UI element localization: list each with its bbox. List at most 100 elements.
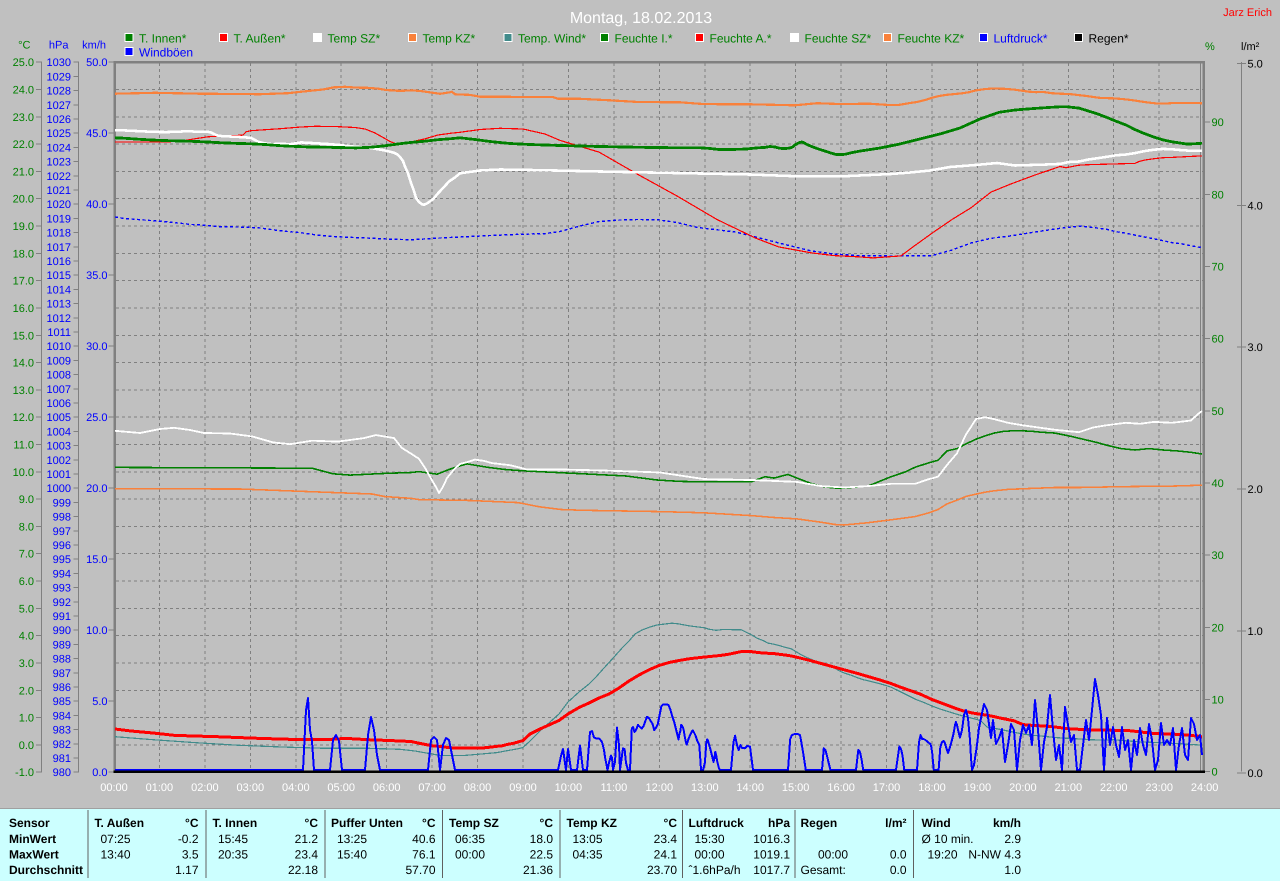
svg-text:l/m²: l/m² — [1241, 41, 1260, 53]
svg-text:02:00: 02:00 — [191, 782, 219, 794]
svg-text:1.0: 1.0 — [1004, 863, 1021, 877]
svg-text:00:00: 00:00 — [455, 848, 485, 862]
svg-text:994: 994 — [53, 568, 71, 580]
svg-text:22:00: 22:00 — [1100, 782, 1128, 794]
svg-text:11.0: 11.0 — [13, 440, 34, 452]
svg-text:Feuchte A.*: Feuchte A.* — [710, 32, 772, 46]
svg-text:-0.2: -0.2 — [178, 832, 199, 846]
svg-text:T. Außen*: T. Außen* — [234, 32, 286, 46]
svg-text:22.0: 22.0 — [13, 139, 34, 151]
svg-text:1001: 1001 — [47, 469, 71, 481]
svg-text:1004: 1004 — [47, 426, 71, 438]
svg-text:%: % — [1205, 41, 1215, 53]
svg-text:23.4: 23.4 — [654, 832, 678, 846]
svg-text:23.4: 23.4 — [295, 848, 319, 862]
svg-text:MinWert: MinWert — [9, 832, 56, 846]
svg-text:0.0: 0.0 — [92, 767, 107, 779]
svg-text:N-NW 4.3: N-NW 4.3 — [968, 848, 1021, 862]
svg-text:Temp SZ: Temp SZ — [449, 816, 499, 830]
svg-text:Wind: Wind — [922, 816, 951, 830]
svg-text:12.0: 12.0 — [13, 412, 34, 424]
svg-text:Windböen: Windböen — [139, 46, 193, 60]
svg-text:Gesamt:: Gesamt: — [801, 863, 846, 877]
svg-text:90: 90 — [1212, 117, 1224, 129]
svg-text:8.0: 8.0 — [19, 521, 34, 533]
svg-text:1006: 1006 — [47, 398, 71, 410]
svg-text:1007: 1007 — [47, 384, 71, 396]
svg-text:4.0: 4.0 — [1248, 200, 1263, 212]
svg-text:00:00: 00:00 — [100, 782, 128, 794]
svg-text:Regen: Regen — [801, 816, 838, 830]
svg-text:50: 50 — [1212, 406, 1224, 418]
svg-text:1014: 1014 — [47, 284, 71, 296]
svg-text:km/h: km/h — [993, 816, 1021, 830]
svg-text:°C: °C — [664, 816, 678, 830]
svg-text:04:00: 04:00 — [282, 782, 310, 794]
svg-text:°C: °C — [305, 816, 319, 830]
svg-text:1.0: 1.0 — [19, 713, 34, 725]
svg-text:Durchschnitt: Durchschnitt — [9, 863, 83, 877]
svg-text:14.0: 14.0 — [13, 358, 34, 370]
svg-text:11:00: 11:00 — [601, 782, 628, 794]
svg-text:18.0: 18.0 — [13, 248, 34, 260]
svg-text:25.0: 25.0 — [13, 57, 34, 69]
svg-text:1025: 1025 — [47, 128, 71, 140]
svg-text:13:25: 13:25 — [337, 832, 367, 846]
svg-text:22.5: 22.5 — [530, 848, 554, 862]
svg-text:1021: 1021 — [47, 185, 71, 197]
svg-text:Sensor: Sensor — [9, 816, 50, 830]
svg-text:24:00: 24:00 — [1191, 782, 1219, 794]
svg-text:3.5: 3.5 — [182, 848, 199, 862]
svg-text:991: 991 — [53, 611, 71, 623]
svg-text:1009: 1009 — [47, 355, 71, 367]
svg-text:Feuchte KZ*: Feuchte KZ* — [898, 32, 965, 46]
svg-text:06:00: 06:00 — [373, 782, 401, 794]
svg-text:13:00: 13:00 — [691, 782, 719, 794]
svg-text:1.17: 1.17 — [175, 863, 199, 877]
svg-text:17.0: 17.0 — [13, 276, 34, 288]
svg-text:21.36: 21.36 — [523, 863, 553, 877]
svg-text:15:45: 15:45 — [218, 832, 248, 846]
svg-text:24.1: 24.1 — [654, 848, 678, 862]
svg-text:1005: 1005 — [47, 412, 71, 424]
svg-text:997: 997 — [53, 526, 71, 538]
svg-text:24.0: 24.0 — [13, 85, 34, 97]
svg-text:40.6: 40.6 — [412, 832, 436, 846]
svg-text:57.70: 57.70 — [405, 863, 435, 877]
svg-text:Feuchte SZ*: Feuchte SZ* — [805, 32, 872, 46]
svg-text:07:00: 07:00 — [418, 782, 446, 794]
svg-text:km/h: km/h — [82, 40, 106, 52]
svg-text:00:00: 00:00 — [818, 848, 848, 862]
svg-text:981: 981 — [53, 753, 71, 765]
svg-text:25.0: 25.0 — [86, 412, 107, 424]
svg-text:Luftdruck: Luftdruck — [689, 816, 745, 830]
svg-text:1018: 1018 — [47, 228, 71, 240]
svg-text:T. Innen: T. Innen — [213, 816, 258, 830]
svg-text:Temp. Wind*: Temp. Wind* — [518, 32, 586, 46]
svg-text:1010: 1010 — [47, 341, 71, 353]
svg-text:990: 990 — [53, 625, 71, 637]
svg-text:3.0: 3.0 — [1248, 342, 1263, 354]
svg-text:9.0: 9.0 — [19, 494, 34, 506]
svg-text:998: 998 — [53, 512, 71, 524]
svg-text:21.0: 21.0 — [13, 166, 34, 178]
svg-text:992: 992 — [53, 597, 71, 609]
svg-text:00:00: 00:00 — [695, 848, 725, 862]
svg-text:09:00: 09:00 — [509, 782, 537, 794]
svg-text:1016: 1016 — [47, 256, 71, 268]
svg-text:1023: 1023 — [47, 157, 71, 169]
svg-text:1003: 1003 — [47, 441, 71, 453]
svg-text:hPa: hPa — [768, 816, 790, 830]
svg-text:60: 60 — [1212, 334, 1224, 346]
svg-text:Feuchte I.*: Feuchte I.* — [615, 32, 673, 46]
svg-text:987: 987 — [53, 668, 71, 680]
svg-text:1002: 1002 — [47, 455, 71, 467]
svg-text:Temp SZ*: Temp SZ* — [328, 32, 381, 46]
svg-text:1026: 1026 — [47, 114, 71, 126]
svg-text:16.0: 16.0 — [13, 303, 34, 315]
svg-text:21:00: 21:00 — [1055, 782, 1083, 794]
svg-text:2.0: 2.0 — [1248, 484, 1263, 496]
svg-text:6.0: 6.0 — [19, 576, 34, 588]
svg-text:15.0: 15.0 — [13, 330, 34, 342]
svg-text:hPa: hPa — [49, 40, 69, 52]
